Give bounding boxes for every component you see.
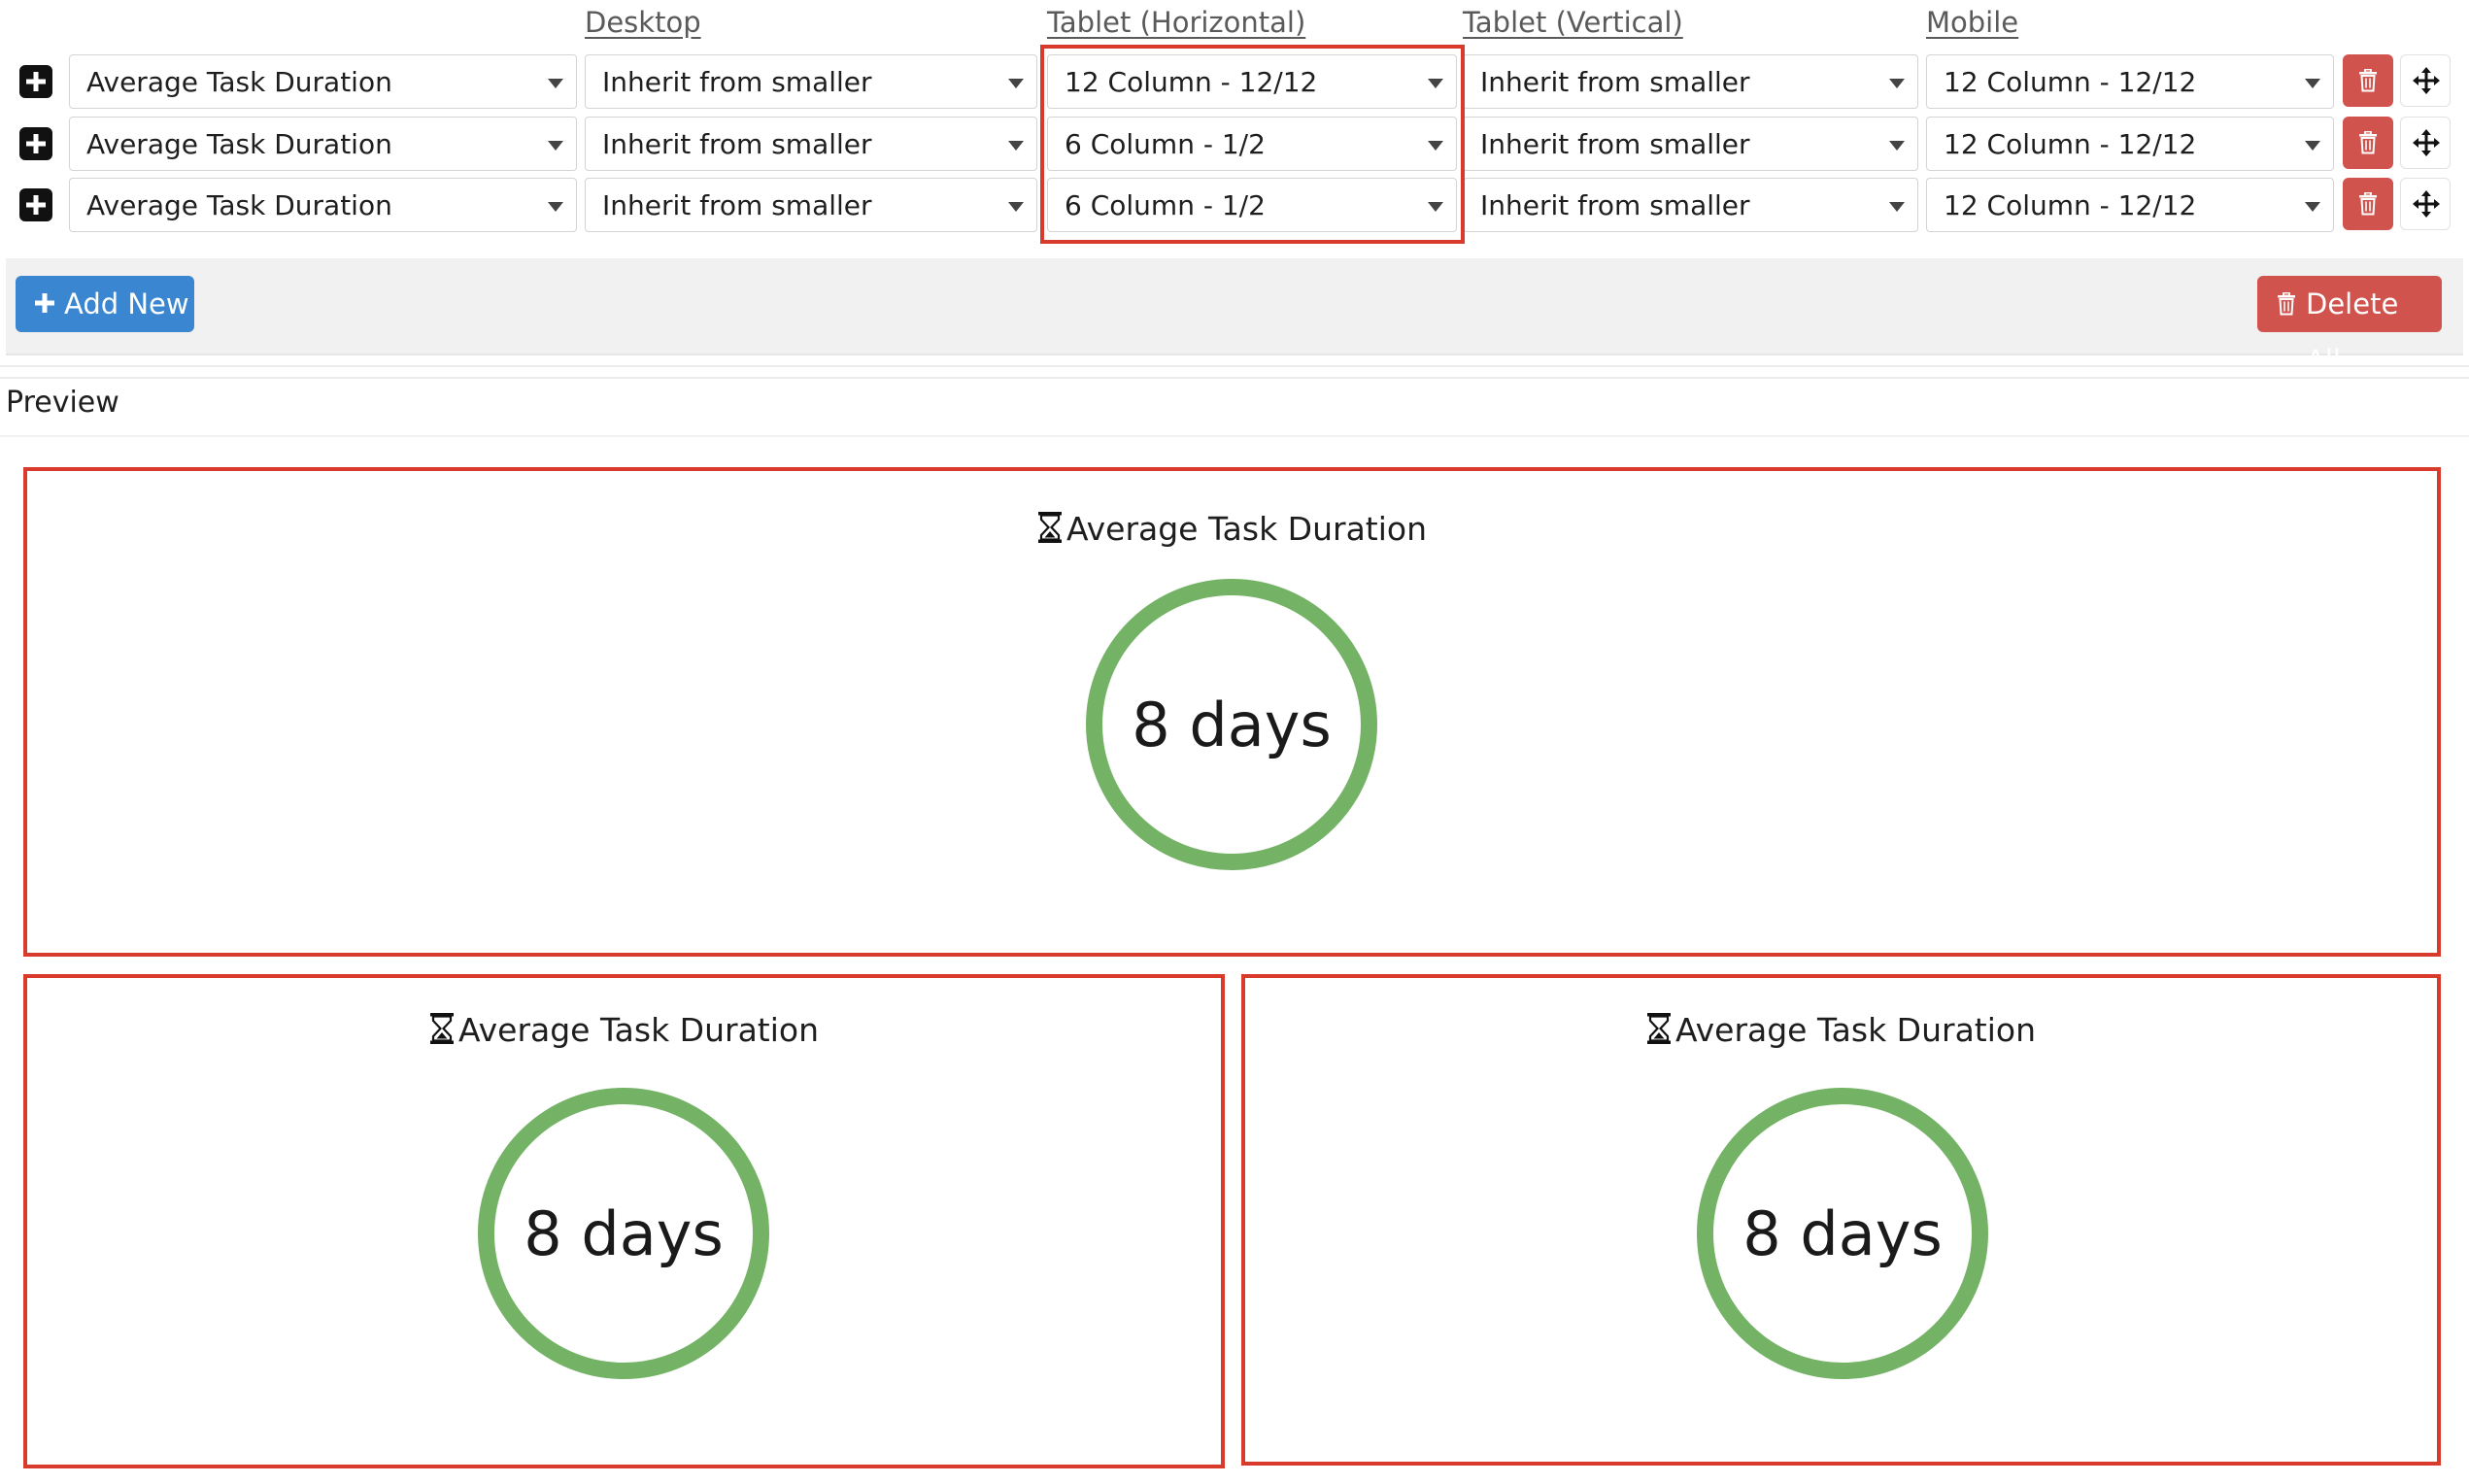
trash-icon bbox=[2278, 292, 2295, 316]
plus-square-icon[interactable] bbox=[19, 127, 52, 160]
column-header-mobile[interactable]: Mobile bbox=[1926, 6, 2018, 39]
card-title: Average Task Duration bbox=[27, 1011, 1221, 1049]
trash-icon bbox=[2359, 192, 2377, 216]
caret-down-icon bbox=[1008, 79, 1024, 88]
card-title-text: Average Task Duration bbox=[457, 1011, 820, 1049]
move-arrows-icon bbox=[2413, 67, 2440, 94]
delete-row-button[interactable] bbox=[2343, 54, 2393, 107]
tablet-vertical-select[interactable]: Inherit from smaller bbox=[1463, 117, 1918, 171]
caret-down-icon bbox=[1889, 141, 1905, 151]
metric-value: 8 days bbox=[1742, 1197, 1943, 1269]
tablet-horizontal-highlight bbox=[1040, 45, 1465, 244]
add-new-label: Add New bbox=[64, 287, 189, 320]
metric-ring: 8 days bbox=[478, 1088, 769, 1379]
plus-square-icon[interactable] bbox=[19, 65, 52, 98]
row-toolbar: Add New Delete All bbox=[6, 258, 2463, 377]
delete-all-label: Delete All bbox=[2306, 287, 2399, 377]
caret-down-icon bbox=[548, 141, 563, 151]
preview-heading: Preview bbox=[6, 386, 119, 420]
mobile-select-value: 12 Column - 12/12 bbox=[1944, 66, 2197, 98]
card-title: Average Task Duration bbox=[1245, 1011, 2437, 1049]
tablet-vertical-select[interactable]: Inherit from smaller bbox=[1463, 178, 1918, 232]
desktop-select[interactable]: Inherit from smaller bbox=[585, 117, 1037, 171]
move-arrows-icon bbox=[2413, 129, 2440, 156]
divider bbox=[0, 377, 2469, 379]
caret-down-icon bbox=[548, 79, 563, 88]
metric-value: 8 days bbox=[524, 1197, 724, 1269]
plus-icon bbox=[35, 293, 54, 313]
trash-icon bbox=[2359, 69, 2377, 92]
mobile-select[interactable]: 12 Column - 12/12 bbox=[1926, 178, 2334, 232]
move-arrows-icon bbox=[2413, 190, 2440, 218]
caret-down-icon bbox=[2305, 202, 2320, 212]
mobile-select[interactable]: 12 Column - 12/12 bbox=[1926, 54, 2334, 109]
metric-ring: 8 days bbox=[1086, 579, 1377, 870]
caret-down-icon bbox=[2305, 141, 2320, 151]
caret-down-icon bbox=[548, 202, 563, 212]
caret-down-icon bbox=[1889, 202, 1905, 212]
mobile-select-value: 12 Column - 12/12 bbox=[1944, 189, 2197, 221]
caret-down-icon bbox=[1008, 202, 1024, 212]
desktop-select[interactable]: Inherit from smaller bbox=[585, 178, 1037, 232]
preview-card: Average Task Duration 8 days bbox=[23, 974, 1225, 1468]
column-header-tablet-vertical[interactable]: Tablet (Vertical) bbox=[1463, 6, 1683, 39]
widget-select[interactable]: Average Task Duration bbox=[69, 54, 577, 109]
trash-icon bbox=[2359, 131, 2377, 154]
tablet-vertical-select-value: Inherit from smaller bbox=[1480, 66, 1750, 98]
widget-select-value: Average Task Duration bbox=[86, 66, 392, 98]
tablet-vertical-select-value: Inherit from smaller bbox=[1480, 189, 1750, 221]
plus-square-icon[interactable] bbox=[19, 188, 52, 221]
desktop-select-value: Inherit from smaller bbox=[602, 128, 872, 160]
preview-card: Average Task Duration 8 days bbox=[23, 467, 2441, 957]
column-header-tablet-horizontal[interactable]: Tablet (Horizontal) bbox=[1047, 6, 1305, 39]
move-row-button[interactable] bbox=[2400, 178, 2451, 230]
card-title: Average Task Duration bbox=[27, 510, 2437, 548]
preview-card: Average Task Duration 8 days bbox=[1241, 974, 2441, 1466]
column-header-desktop[interactable]: Desktop bbox=[585, 6, 701, 39]
tablet-vertical-select[interactable]: Inherit from smaller bbox=[1463, 54, 1918, 109]
mobile-select[interactable]: 12 Column - 12/12 bbox=[1926, 117, 2334, 171]
add-new-button[interactable]: Add New bbox=[16, 276, 194, 332]
widget-select-value: Average Task Duration bbox=[86, 128, 392, 160]
caret-down-icon bbox=[1889, 79, 1905, 88]
caret-down-icon bbox=[1008, 141, 1024, 151]
hourglass-icon bbox=[1646, 1013, 1671, 1044]
tablet-vertical-select-value: Inherit from smaller bbox=[1480, 128, 1750, 160]
widget-select-value: Average Task Duration bbox=[86, 189, 392, 221]
delete-row-button[interactable] bbox=[2343, 178, 2393, 230]
move-row-button[interactable] bbox=[2400, 54, 2451, 107]
move-row-button[interactable] bbox=[2400, 117, 2451, 169]
desktop-select-value: Inherit from smaller bbox=[602, 189, 872, 221]
metric-ring: 8 days bbox=[1697, 1088, 1988, 1379]
widget-select[interactable]: Average Task Duration bbox=[69, 178, 577, 232]
metric-value: 8 days bbox=[1132, 689, 1332, 760]
delete-all-button[interactable]: Delete All bbox=[2257, 276, 2442, 377]
card-title-text: Average Task Duration bbox=[1674, 1011, 2037, 1049]
mobile-select-value: 12 Column - 12/12 bbox=[1944, 128, 2197, 160]
delete-row-button[interactable] bbox=[2343, 117, 2393, 169]
desktop-select-value: Inherit from smaller bbox=[602, 66, 872, 98]
divider bbox=[0, 435, 2469, 437]
hourglass-icon bbox=[1037, 512, 1062, 543]
hourglass-icon bbox=[429, 1013, 454, 1044]
caret-down-icon bbox=[2305, 79, 2320, 88]
widget-select[interactable]: Average Task Duration bbox=[69, 117, 577, 171]
card-title-text: Average Task Duration bbox=[1065, 510, 1428, 548]
desktop-select[interactable]: Inherit from smaller bbox=[585, 54, 1037, 109]
divider bbox=[0, 365, 2469, 367]
